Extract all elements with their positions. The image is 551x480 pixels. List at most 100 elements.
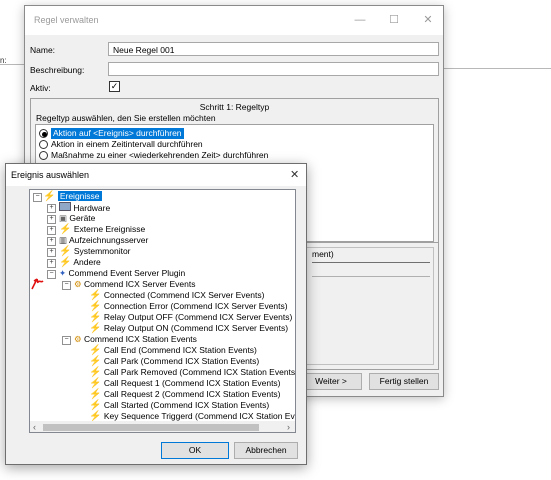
collapse-icon[interactable]: −	[62, 281, 71, 290]
tree-leaf-event[interactable]: ⚡ Relay Output OFF (Commend ICX Server E…	[89, 312, 292, 323]
collapse-icon[interactable]: −	[33, 193, 42, 202]
lightning-icon: ⚡	[89, 400, 102, 411]
event-tree[interactable]: − ⚡ Ereignisse + Hardware + ▣ Geräte + ⚡…	[29, 189, 296, 433]
horizontal-scrollbar[interactable]: ‹ ›	[30, 421, 295, 432]
tree-node-label: Hardware	[73, 203, 111, 213]
lightning-icon: ⚡	[89, 378, 102, 389]
tree-node-label: Commend Event Server Plugin	[68, 268, 186, 278]
expand-icon[interactable]: +	[47, 248, 56, 257]
collapse-icon[interactable]: −	[47, 270, 56, 279]
rule-type-option-interval[interactable]: Aktion in einem Zeitintervall durchführe…	[39, 139, 219, 150]
tree-node-label: Andere	[73, 257, 101, 267]
expand-icon[interactable]: +	[47, 204, 56, 213]
name-field[interactable]: Neue Regel 001	[108, 42, 439, 56]
select-event-dialog: Ereignis auswählen ✕ − ⚡ Ereignisse + Ha…	[5, 163, 307, 465]
tree-node-plugin[interactable]: ✦ Commend Event Server Plugin	[59, 268, 185, 279]
lightning-icon: ⚡	[89, 301, 102, 312]
tree-leaf-event[interactable]: ⚡ Connection Error (Commend ICX Server E…	[89, 301, 288, 312]
tree-node-label: Call End (Commend ICX Station Events)	[103, 345, 257, 355]
event-group-icon: ⚙	[74, 334, 82, 344]
tree-leaf-event[interactable]: ⚡ Call Request 1 (Commend ICX Station Ev…	[89, 378, 281, 389]
scroll-right-icon[interactable]: ›	[287, 422, 290, 432]
tree-node-root[interactable]: ⚡ Ereignisse	[43, 191, 102, 202]
plugin-icon: ✦	[59, 268, 67, 278]
tree-node-hardware[interactable]: Hardware	[59, 202, 110, 213]
ok-button[interactable]: OK	[161, 442, 229, 459]
tree-node-label: Aufzeichnungsserver	[68, 235, 149, 245]
separator	[312, 276, 430, 277]
tree-node-recording-server[interactable]: ▥ Aufzeichnungsserver	[59, 235, 148, 246]
cancel-button[interactable]: Abbrechen	[234, 442, 298, 459]
tree-leaf-event[interactable]: ⚡ Call Park Removed (Commend ICX Station…	[89, 367, 296, 378]
tree-node-label: Commend ICX Server Events	[84, 279, 196, 289]
external-events-icon: ⚡	[59, 224, 72, 235]
tree-leaf-event[interactable]: ⚡ Connected (Commend ICX Server Events)	[89, 290, 264, 301]
expand-icon[interactable]: +	[47, 226, 56, 235]
scrollbar-thumb[interactable]	[43, 424, 259, 431]
radio[interactable]	[39, 140, 48, 149]
dialog-title: Ereignis auswählen	[11, 170, 90, 180]
tree-node-other[interactable]: ⚡ Andere	[59, 257, 101, 268]
lightning-icon: ⚡	[59, 257, 72, 268]
tree-node-system-monitor[interactable]: ⚡ Systemmonitor	[59, 246, 131, 257]
next-button[interactable]: Weiter >	[300, 373, 362, 390]
dialog-titlebar: Ereignis auswählen ✕	[6, 164, 306, 186]
dialog-close-button[interactable]: ✕	[290, 168, 299, 181]
expand-icon[interactable]: +	[47, 237, 56, 246]
tree-node-server-events[interactable]: ⚙ Commend ICX Server Events	[74, 279, 195, 290]
tree-leaf-event[interactable]: ⚡ Relay Output ON (Commend ICX Server Ev…	[89, 323, 288, 334]
server-icon: ▥	[59, 235, 68, 245]
background-divider-right	[440, 68, 551, 69]
collapse-icon[interactable]: −	[62, 336, 71, 345]
maximize-button[interactable]: ☐	[377, 6, 411, 35]
rule-type-option-event[interactable]: Aktion auf <Ereignis> durchführen	[39, 128, 189, 139]
close-button[interactable]: ✕	[411, 6, 445, 35]
tree-node-label: Externe Ereignisse	[73, 224, 146, 234]
name-label: Name:	[30, 45, 56, 55]
tree-node-external-events[interactable]: ⚡ Externe Ereignisse	[59, 224, 145, 235]
window-title: Regel verwalten	[34, 15, 99, 25]
tree-leaf-event[interactable]: ⚡ Call Park (Commend ICX Station Events)	[89, 356, 259, 367]
devices-icon: ▣	[59, 213, 68, 223]
lightning-icon: ⚡	[89, 356, 102, 367]
description-partial-text: ment)	[312, 249, 334, 259]
minimize-button[interactable]: —	[343, 6, 377, 35]
tree-leaf-event[interactable]: ⚡ Call Started (Commend ICX Station Even…	[89, 400, 269, 411]
rule-type-label: Maßnahme zu einer <wiederkehrenden Zeit>…	[51, 150, 269, 160]
lightning-icon: ⚡	[89, 312, 102, 323]
radio[interactable]	[39, 151, 48, 160]
description-field[interactable]	[108, 62, 439, 76]
expand-icon[interactable]: +	[47, 215, 56, 224]
tree-node-station-events[interactable]: ⚙ Commend ICX Station Events	[74, 334, 197, 345]
tree-leaf-event[interactable]: ⚡ Call End (Commend ICX Station Events)	[89, 345, 257, 356]
annotation-arrow-icon	[31, 278, 44, 290]
tree-node-label: Call Park Removed (Commend ICX Station E…	[103, 367, 296, 377]
rule-type-label: Aktion in einem Zeitintervall durchführe…	[51, 139, 203, 149]
separator	[312, 262, 430, 263]
rule-type-option-recurring[interactable]: Maßnahme zu einer <wiederkehrenden Zeit>…	[39, 150, 299, 161]
tree-node-label: Call Started (Commend ICX Station Events…	[103, 400, 270, 410]
tree-node-label: Relay Output ON (Commend ICX Server Even…	[103, 323, 289, 333]
finish-button[interactable]: Fertig stellen	[369, 373, 439, 390]
lightning-icon: ⚡	[89, 389, 102, 400]
active-checkbox[interactable]: ✓	[109, 81, 120, 92]
tree-node-label: Commend ICX Station Events	[84, 334, 197, 344]
window-titlebar: Regel verwalten — ☐ ✕	[25, 6, 443, 35]
tree-node-label: Call Park (Commend ICX Station Events)	[103, 356, 260, 366]
radio-selected[interactable]	[39, 129, 48, 138]
rule-type-label: Aktion auf <Ereignis> durchführen	[51, 128, 184, 139]
tree-node-label: Call Request 1 (Commend ICX Station Even…	[103, 378, 281, 388]
expand-icon[interactable]: +	[47, 259, 56, 268]
tree-node-devices[interactable]: ▣ Geräte	[59, 213, 95, 224]
lightning-icon: ⚡	[89, 345, 102, 356]
event-group-icon: ⚙	[74, 279, 82, 289]
lightning-icon: ⚡	[43, 191, 56, 202]
system-monitor-icon: ⚡	[59, 246, 72, 257]
step-instruction: Regeltyp auswählen, den Sie erstellen mö…	[36, 113, 216, 123]
hardware-icon	[59, 202, 71, 211]
background-divider	[0, 64, 24, 65]
scroll-left-icon[interactable]: ‹	[33, 422, 36, 432]
active-label: Aktiv:	[30, 83, 51, 93]
tree-node-label: Connected (Commend ICX Server Events)	[103, 290, 265, 300]
tree-leaf-event[interactable]: ⚡ Call Request 2 (Commend ICX Station Ev…	[89, 389, 281, 400]
